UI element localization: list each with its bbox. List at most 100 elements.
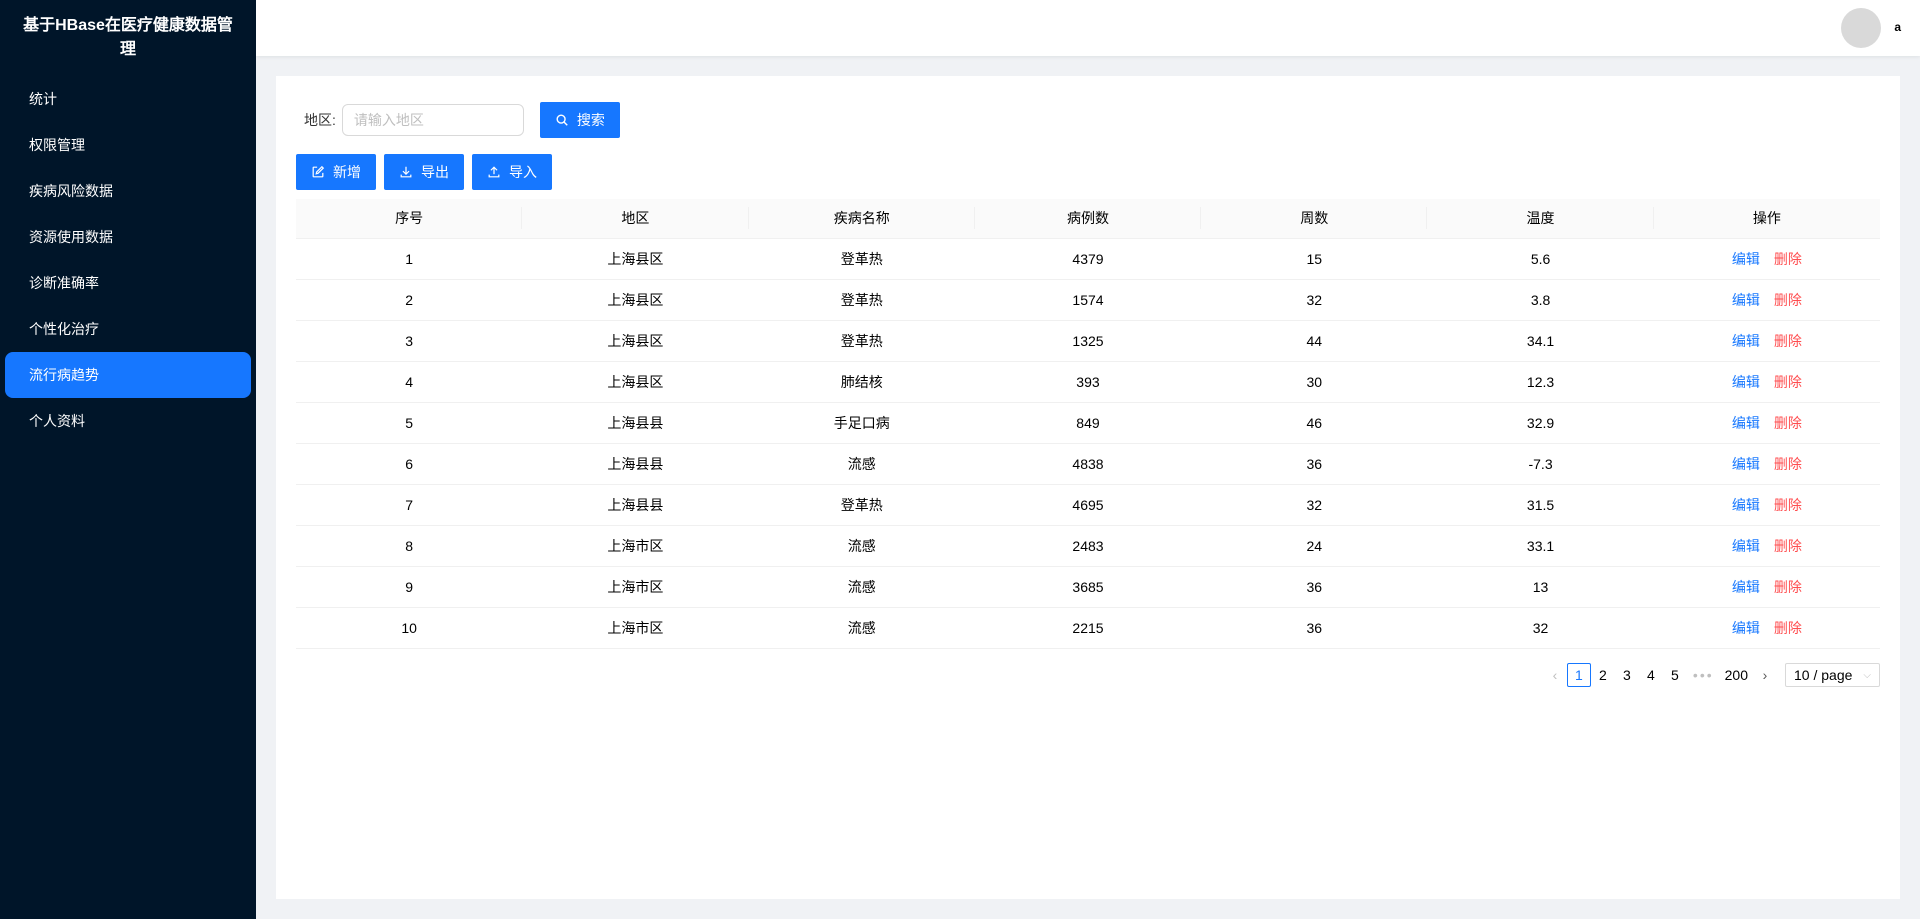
top-header: a: [256, 0, 1920, 56]
cell-cases: 393: [974, 361, 1202, 403]
page-5[interactable]: 5: [1663, 663, 1687, 687]
delete-link[interactable]: 删除: [1774, 292, 1802, 308]
cell-cases: 4695: [974, 484, 1202, 526]
delete-link[interactable]: 删除: [1774, 579, 1802, 595]
page-3[interactable]: 3: [1615, 663, 1639, 687]
edit-link[interactable]: 编辑: [1732, 497, 1760, 513]
cell-cases: 4838: [974, 443, 1202, 485]
export-button[interactable]: 导出: [384, 154, 464, 190]
table-body: 1 上海县区 登革热 4379 15 5.6 编辑 删除 2 上海县区 登革热 1574 32 3.8 编辑…: [296, 238, 1880, 649]
sidebar-item-permissions[interactable]: 权限管理: [5, 122, 251, 168]
table-row: 9 上海市区 流感 3685 36 13 编辑 删除: [296, 566, 1880, 608]
delete-link[interactable]: 删除: [1774, 333, 1802, 349]
cell-disease: 流感: [748, 525, 975, 567]
cell-week: 15: [1201, 238, 1428, 280]
cell-disease: 流感: [748, 443, 975, 485]
export-button-label: 导出: [421, 164, 449, 180]
table-header-row: 序号 地区 疾病名称 病例数 周数 温度 操作: [296, 199, 1880, 239]
cell-cases: 1325: [974, 320, 1202, 362]
cell-temperature: 13: [1427, 566, 1654, 608]
cell-disease: 手足口病: [748, 402, 975, 444]
upload-icon: [488, 166, 500, 178]
edit-link[interactable]: 编辑: [1732, 374, 1760, 390]
page-2[interactable]: 2: [1591, 663, 1615, 687]
column-header-region: 地区: [522, 199, 749, 239]
delete-link[interactable]: 删除: [1774, 620, 1802, 636]
cell-temperature: 32.9: [1427, 402, 1654, 444]
cell-index: 2: [296, 279, 523, 321]
region-search-input[interactable]: [341, 104, 524, 136]
edit-link[interactable]: 编辑: [1732, 292, 1760, 308]
edit-link[interactable]: 编辑: [1732, 579, 1760, 595]
content-card: 地区: 搜索 新增 导出 导入 序号 地区 疾病名称 病: [276, 76, 1900, 899]
cell-disease: 登革热: [748, 320, 975, 362]
avatar[interactable]: [1841, 8, 1881, 48]
download-icon: [400, 166, 412, 178]
cell-region: 上海市区: [522, 607, 749, 649]
username[interactable]: a: [1894, 20, 1901, 34]
cell-week: 44: [1201, 320, 1428, 362]
cell-week: 30: [1201, 361, 1428, 403]
column-header-cases: 病例数: [974, 199, 1202, 239]
page-4[interactable]: 4: [1639, 663, 1663, 687]
cell-index: 3: [296, 320, 523, 362]
column-header-disease: 疾病名称: [748, 199, 975, 239]
delete-link[interactable]: 删除: [1774, 456, 1802, 472]
edit-link[interactable]: 编辑: [1732, 456, 1760, 472]
cell-week: 32: [1201, 484, 1428, 526]
page-ellipsis[interactable]: •••: [1687, 667, 1720, 683]
pagination: ‹ 1 2 3 4 5 ••• 200 › 10 / page ⌵: [1543, 663, 1880, 687]
delete-link[interactable]: 删除: [1774, 251, 1802, 267]
edit-link[interactable]: 编辑: [1732, 251, 1760, 267]
cell-index: 10: [296, 607, 523, 649]
cell-disease: 流感: [748, 566, 975, 608]
delete-link[interactable]: 删除: [1774, 374, 1802, 390]
add-button[interactable]: 新增: [296, 154, 376, 190]
next-page-icon[interactable]: ›: [1753, 667, 1777, 683]
cell-index: 4: [296, 361, 523, 403]
cell-disease: 肺结核: [748, 361, 975, 403]
cell-index: 8: [296, 525, 523, 567]
cell-region: 上海县县: [522, 484, 749, 526]
cell-index: 9: [296, 566, 523, 608]
cell-region: 上海县区: [522, 320, 749, 362]
sidebar-item-statistics[interactable]: 统计: [5, 76, 251, 122]
cell-temperature: 31.5: [1427, 484, 1654, 526]
page-size-select[interactable]: 10 / page ⌵: [1785, 663, 1880, 687]
table-row: 4 上海县区 肺结核 393 30 12.3 编辑 删除: [296, 361, 1880, 403]
cell-region: 上海县区: [522, 361, 749, 403]
search-button[interactable]: 搜索: [539, 102, 620, 138]
delete-link[interactable]: 删除: [1774, 538, 1802, 554]
cell-week: 36: [1201, 607, 1428, 649]
page-1[interactable]: 1: [1566, 663, 1591, 687]
column-header-index: 序号: [296, 199, 523, 239]
sidebar-item-personalized-treatment[interactable]: 个性化治疗: [5, 306, 251, 352]
sidebar-item-resource-usage[interactable]: 资源使用数据: [5, 214, 251, 260]
edit-link[interactable]: 编辑: [1732, 333, 1760, 349]
prev-page-icon[interactable]: ‹: [1543, 667, 1567, 683]
sidebar-item-epidemic-trends[interactable]: 流行病趋势: [5, 352, 251, 398]
cell-week: 36: [1201, 566, 1428, 608]
delete-link[interactable]: 删除: [1774, 415, 1802, 431]
edit-link[interactable]: 编辑: [1732, 620, 1760, 636]
cell-region: 上海县区: [522, 238, 749, 280]
cell-disease: 登革热: [748, 238, 975, 280]
action-toolbar: 新增 导出 导入: [296, 154, 552, 190]
sidebar-item-diagnosis-accuracy[interactable]: 诊断准确率: [5, 260, 251, 306]
table-row: 1 上海县区 登革热 4379 15 5.6 编辑 删除: [296, 238, 1880, 280]
table-row: 5 上海县县 手足口病 849 46 32.9 编辑 删除: [296, 402, 1880, 444]
delete-link[interactable]: 删除: [1774, 497, 1802, 513]
cell-temperature: 12.3: [1427, 361, 1654, 403]
sidebar-item-disease-risk[interactable]: 疾病风险数据: [5, 168, 251, 214]
sidebar-item-profile[interactable]: 个人资料: [5, 398, 251, 444]
column-header-temperature: 温度: [1427, 199, 1654, 239]
page-last[interactable]: 200: [1720, 663, 1753, 687]
import-button[interactable]: 导入: [472, 154, 552, 190]
sidebar: 基于HBase在医疗健康数据管理 统计 权限管理 疾病风险数据 资源使用数据 诊…: [0, 0, 256, 919]
cell-region: 上海县县: [522, 443, 749, 485]
sidebar-menu: 统计 权限管理 疾病风险数据 资源使用数据 诊断准确率 个性化治疗 流行病趋势 …: [0, 76, 256, 444]
cell-week: 32: [1201, 279, 1428, 321]
cell-temperature: -7.3: [1427, 443, 1654, 485]
edit-link[interactable]: 编辑: [1732, 538, 1760, 554]
edit-link[interactable]: 编辑: [1732, 415, 1760, 431]
